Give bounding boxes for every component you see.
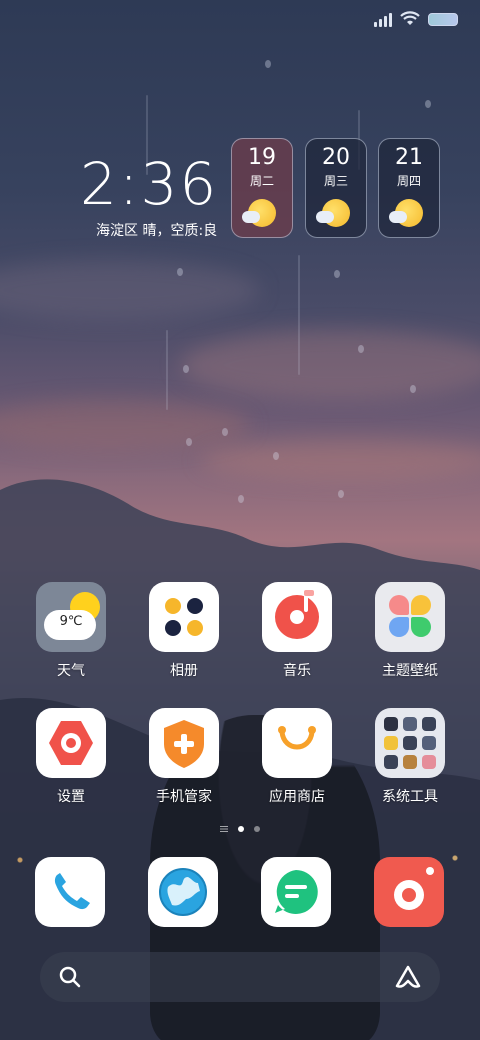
app-tools-folder[interactable]: 系统工具	[354, 708, 466, 806]
settings-icon	[36, 708, 106, 778]
app-label: 主题壁纸	[382, 663, 438, 679]
messages-icon[interactable]	[261, 857, 331, 927]
status-bar	[374, 11, 458, 27]
page-indicator[interactable]	[220, 826, 260, 832]
wifi-icon	[400, 11, 420, 25]
themes-icon	[375, 582, 445, 652]
battery-icon	[428, 12, 458, 26]
music-icon	[262, 582, 332, 652]
weather-summary[interactable]: 海淀区 晴，空质:良	[96, 220, 217, 240]
app-label: 应用商店	[269, 789, 325, 805]
page-dot-list[interactable]	[220, 826, 228, 832]
weather-card-weekday: 周四	[396, 174, 421, 188]
page-dot[interactable]	[254, 826, 260, 832]
weather-card-day: 20	[322, 145, 350, 170]
app-themes[interactable]: 主题壁纸	[354, 582, 466, 680]
assistant-icon[interactable]	[394, 964, 422, 990]
tools-folder-icon	[375, 708, 445, 778]
app-label: 音乐	[283, 663, 311, 679]
app-security[interactable]: 手机管家	[128, 708, 240, 806]
weather-card-day: 19	[248, 145, 276, 170]
app-store-icon	[262, 708, 332, 778]
weather-temp: 9℃	[59, 614, 83, 629]
app-store[interactable]: 应用商店	[241, 708, 353, 806]
weather-card-day: 21	[395, 145, 423, 170]
signal-icon	[374, 11, 392, 27]
sunny-cloud-icon	[242, 199, 276, 227]
app-label: 设置	[57, 789, 85, 805]
weather-icon: 9℃	[36, 582, 106, 652]
phone-icon[interactable]	[35, 857, 105, 927]
app-music[interactable]: 音乐	[241, 582, 353, 680]
app-gallery[interactable]: 相册	[128, 582, 240, 680]
weather-card-weekday: 周二	[249, 174, 274, 188]
app-label: 天气	[57, 663, 85, 679]
sunny-cloud-icon	[389, 199, 423, 227]
page-dot-active[interactable]	[238, 826, 244, 832]
app-settings[interactable]: 设置	[15, 708, 127, 806]
app-label: 系统工具	[382, 789, 438, 805]
search-icon[interactable]	[58, 965, 82, 989]
weather-card-today[interactable]: 19 周二	[231, 138, 293, 238]
app-label: 相册	[170, 663, 198, 679]
weather-card[interactable]: 21 周四	[378, 138, 440, 238]
gallery-icon	[149, 582, 219, 652]
camera-icon[interactable]	[374, 857, 444, 927]
app-label: 手机管家	[156, 789, 212, 805]
clock-time[interactable]: 2:36	[80, 150, 218, 218]
weather-card-weekday: 周三	[323, 174, 348, 188]
security-icon	[149, 708, 219, 778]
search-bar[interactable]	[40, 952, 440, 1002]
browser-icon[interactable]	[148, 857, 218, 927]
weather-card[interactable]: 20 周三	[305, 138, 367, 238]
app-weather[interactable]: 9℃ 天气	[15, 582, 127, 680]
sunny-cloud-icon	[316, 199, 350, 227]
